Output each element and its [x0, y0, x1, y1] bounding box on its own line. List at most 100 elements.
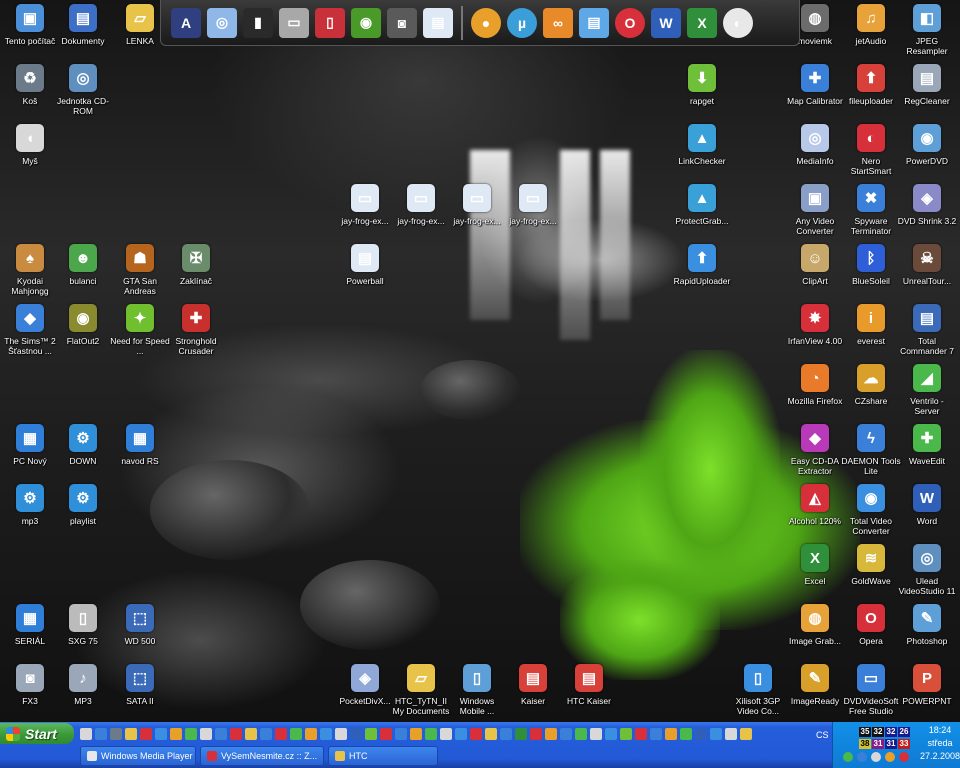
quicklaunch-icon[interactable] [95, 728, 107, 740]
quicklaunch-icon[interactable] [155, 728, 167, 740]
desktop-icon-imageready[interactable]: ✎ ImageReady [785, 664, 845, 706]
desktop-icon-bulanci[interactable]: ☻ bulanci [53, 244, 113, 286]
quicklaunch-icon[interactable] [485, 728, 497, 740]
desktop-icon-jay4[interactable]: ▭ jay-frog-ex... [503, 184, 563, 226]
launcher-word-top-icon[interactable]: W [651, 7, 681, 38]
desktop-icon-mys[interactable]: ◖ Myš [0, 124, 60, 166]
desktop-icon-total-commander[interactable]: ▤ Total Commander 7 [897, 304, 957, 356]
launcher-case-icon[interactable]: ▭ [279, 7, 309, 38]
launcher-link-icon[interactable]: ∞ [543, 7, 573, 38]
desktop-icon-firefox[interactable]: ◔ Mozilla Firefox [785, 364, 845, 406]
launcher-sidebar-icon[interactable]: ▮ [243, 7, 273, 38]
desktop-icon-sims[interactable]: ◆ The Sims™ 2 Šťastnou ... [0, 304, 60, 356]
desktop-icon-dvdvideosoft[interactable]: ▭ DVDVideoSoft Free Studio [841, 664, 901, 716]
tray-temperature-cell[interactable]: 38 [859, 739, 871, 749]
desktop-icon-mp3-2[interactable]: ♪ MP3 [53, 664, 113, 706]
quicklaunch-icon[interactable] [185, 728, 197, 740]
desktop-icon-playlist[interactable]: ⚙ playlist [53, 484, 113, 526]
desktop-icon-excel[interactable]: X Excel [785, 544, 845, 586]
quicklaunch-icon[interactable] [725, 728, 737, 740]
desktop-icon-linkchecker[interactable]: ▲ LinkChecker [672, 124, 732, 166]
desktop-icon-czshare[interactable]: ☁ CZshare [841, 364, 901, 406]
quicklaunch-icon[interactable] [110, 728, 122, 740]
desktop-icon-xilisoft[interactable]: ▯ Xilisoft 3GP Video Co... [728, 664, 788, 716]
quicklaunch-icon[interactable] [680, 728, 692, 740]
launcher-camera-icon[interactable]: ◙ [387, 7, 417, 38]
quicklaunch-icon[interactable] [215, 728, 227, 740]
quicklaunch-icon[interactable] [695, 728, 707, 740]
desktop-icon-ulead[interactable]: ◎ Ulead VideoStudio 11 [897, 544, 957, 596]
quicklaunch-icon[interactable] [500, 728, 512, 740]
quicklaunch-icon[interactable] [140, 728, 152, 740]
launcher-opera-top-icon[interactable]: O [615, 7, 645, 38]
desktop-icon-word[interactable]: W Word [897, 484, 957, 526]
desktop-icon-waveedit[interactable]: ✚ WaveEdit [897, 424, 957, 466]
desktop-icon-jay3[interactable]: ▭ jay-frog-ex... [447, 184, 507, 226]
desktop-icon-flatout[interactable]: ◉ FlatOut2 [53, 304, 113, 346]
quicklaunch-icon[interactable] [410, 728, 422, 740]
desktop-icon-serial[interactable]: ▦ SERIÁL [0, 604, 60, 646]
start-button[interactable]: Start [0, 723, 74, 744]
quicklaunch-icon[interactable] [635, 728, 647, 740]
quicklaunch-icon[interactable] [590, 728, 602, 740]
desktop-icon-daemon[interactable]: ϟ DAEMON Tools Lite [841, 424, 901, 476]
quicklaunch-icon[interactable] [335, 728, 347, 740]
desktop-icon-opera[interactable]: O Opera [841, 604, 901, 646]
launcher-amd-icon[interactable]: A [171, 7, 201, 38]
desktop-icon-zaklinac[interactable]: ✠ Zaklínač [166, 244, 226, 286]
desktop-icon-wd500[interactable]: ⬚ WD 500 [110, 604, 170, 646]
desktop-icon-fx3[interactable]: ◙ FX3 [0, 664, 60, 706]
tray-icon[interactable] [899, 752, 909, 762]
desktop-icon-powerpnt[interactable]: P POWERPNT [897, 664, 957, 706]
desktop-icon-jay1[interactable]: ▭ jay-frog-ex... [335, 184, 395, 226]
quicklaunch-icon[interactable] [245, 728, 257, 740]
desktop-icon-sata[interactable]: ⬚ SATA II [110, 664, 170, 706]
quicklaunch-icon[interactable] [80, 728, 92, 740]
quicklaunch-icon[interactable] [365, 728, 377, 740]
desktop-icon-navod[interactable]: ▦ navod RS [110, 424, 170, 466]
tray-icon[interactable] [885, 752, 895, 762]
desktop-icon-mediainfo[interactable]: ◎ MediaInfo [785, 124, 845, 166]
desktop-icon-jpeg-resampler[interactable]: ◧ JPEG Resampler [897, 4, 957, 56]
quicklaunch-icon[interactable] [170, 728, 182, 740]
launcher-excel-top-icon[interactable]: X [687, 7, 717, 38]
desktop-icon-unrealtour[interactable]: ☠ UnrealTour... [897, 244, 957, 286]
desktop-icon-regcleaner[interactable]: ▤ RegCleaner [897, 64, 957, 106]
quicklaunch-icon[interactable] [740, 728, 752, 740]
desktop-icon-rapget[interactable]: ⬇ rapget [672, 64, 732, 106]
launcher-utorrent-icon[interactable]: µ [507, 7, 537, 38]
quicklaunch-icon[interactable] [230, 728, 242, 740]
desktop-icon-protectgrab[interactable]: ▲ ProtectGrab... [672, 184, 732, 226]
quicklaunch-icon[interactable] [545, 728, 557, 740]
quicklaunch-icon[interactable] [200, 728, 212, 740]
desktop-icon-kaiser[interactable]: ▤ Kaiser [503, 664, 563, 706]
launcher-film-icon[interactable]: ▤ [423, 7, 453, 38]
desktop-icon-stronghold[interactable]: ✚ Stronghold Crusader [166, 304, 226, 356]
desktop-icon-gta[interactable]: ☗ GTA San Andreas [110, 244, 170, 296]
tray-temperature-cell[interactable]: 31 [885, 739, 897, 749]
tray-temperature-cell[interactable]: 33 [898, 739, 910, 749]
desktop-icon-total-video[interactable]: ◉ Total Video Converter [841, 484, 901, 536]
quicklaunch-icon[interactable] [395, 728, 407, 740]
desktop-icon-spyware[interactable]: ✖ Spyware Terminator [841, 184, 901, 236]
tray-icon[interactable] [857, 752, 867, 762]
quicklaunch-icon[interactable] [320, 728, 332, 740]
language-indicator[interactable]: CS [816, 730, 829, 740]
desktop-icon-nfs[interactable]: ✦ Need for Speed ... [110, 304, 170, 356]
desktop-icon-map-calibrator[interactable]: ✚ Map Calibrator [785, 64, 845, 106]
launcher-notepad-icon[interactable]: ▤ [579, 7, 609, 38]
quicklaunch-icon[interactable] [650, 728, 662, 740]
tray-temperature-cell[interactable]: 32 [872, 727, 884, 737]
quicklaunch-icon[interactable] [605, 728, 617, 740]
desktop-icon-tento-pocitac[interactable]: ▣ Tento počítač [0, 4, 60, 46]
quicklaunch-icon[interactable] [275, 728, 287, 740]
desktop-icon-jay2[interactable]: ▭ jay-frog-ex... [391, 184, 451, 226]
quicklaunch-icon[interactable] [125, 728, 137, 740]
desktop-icon-everest[interactable]: i everest [841, 304, 901, 346]
desktop-icon-image-grab[interactable]: ◍ Image Grab... [785, 604, 845, 646]
quicklaunch-icon[interactable] [305, 728, 317, 740]
desktop-icon-photoshop[interactable]: ✎ Photoshop [897, 604, 957, 646]
desktop-icon-mp3[interactable]: ⚙ mp3 [0, 484, 60, 526]
quicklaunch-icon[interactable] [575, 728, 587, 740]
tray-temperature-cell[interactable]: 32 [885, 727, 897, 737]
